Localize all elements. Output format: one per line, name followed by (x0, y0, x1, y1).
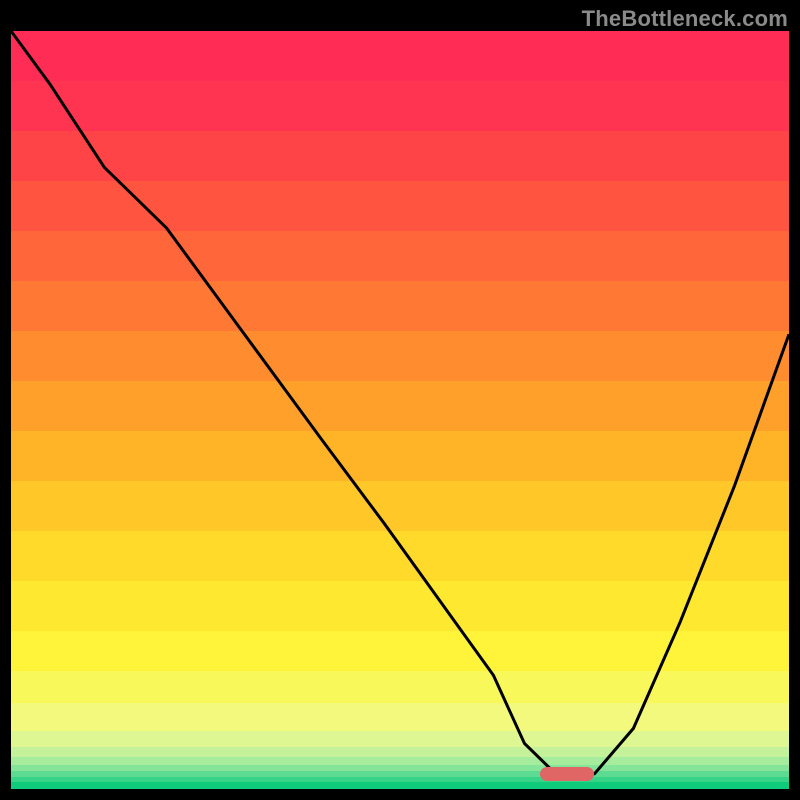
curve-layer (11, 31, 789, 789)
chart-frame: TheBottleneck.com (0, 0, 800, 800)
optimal-range-marker (540, 767, 594, 781)
watermark-text: TheBottleneck.com (582, 6, 788, 32)
plot-area (11, 31, 789, 789)
bottleneck-curve (11, 31, 789, 774)
